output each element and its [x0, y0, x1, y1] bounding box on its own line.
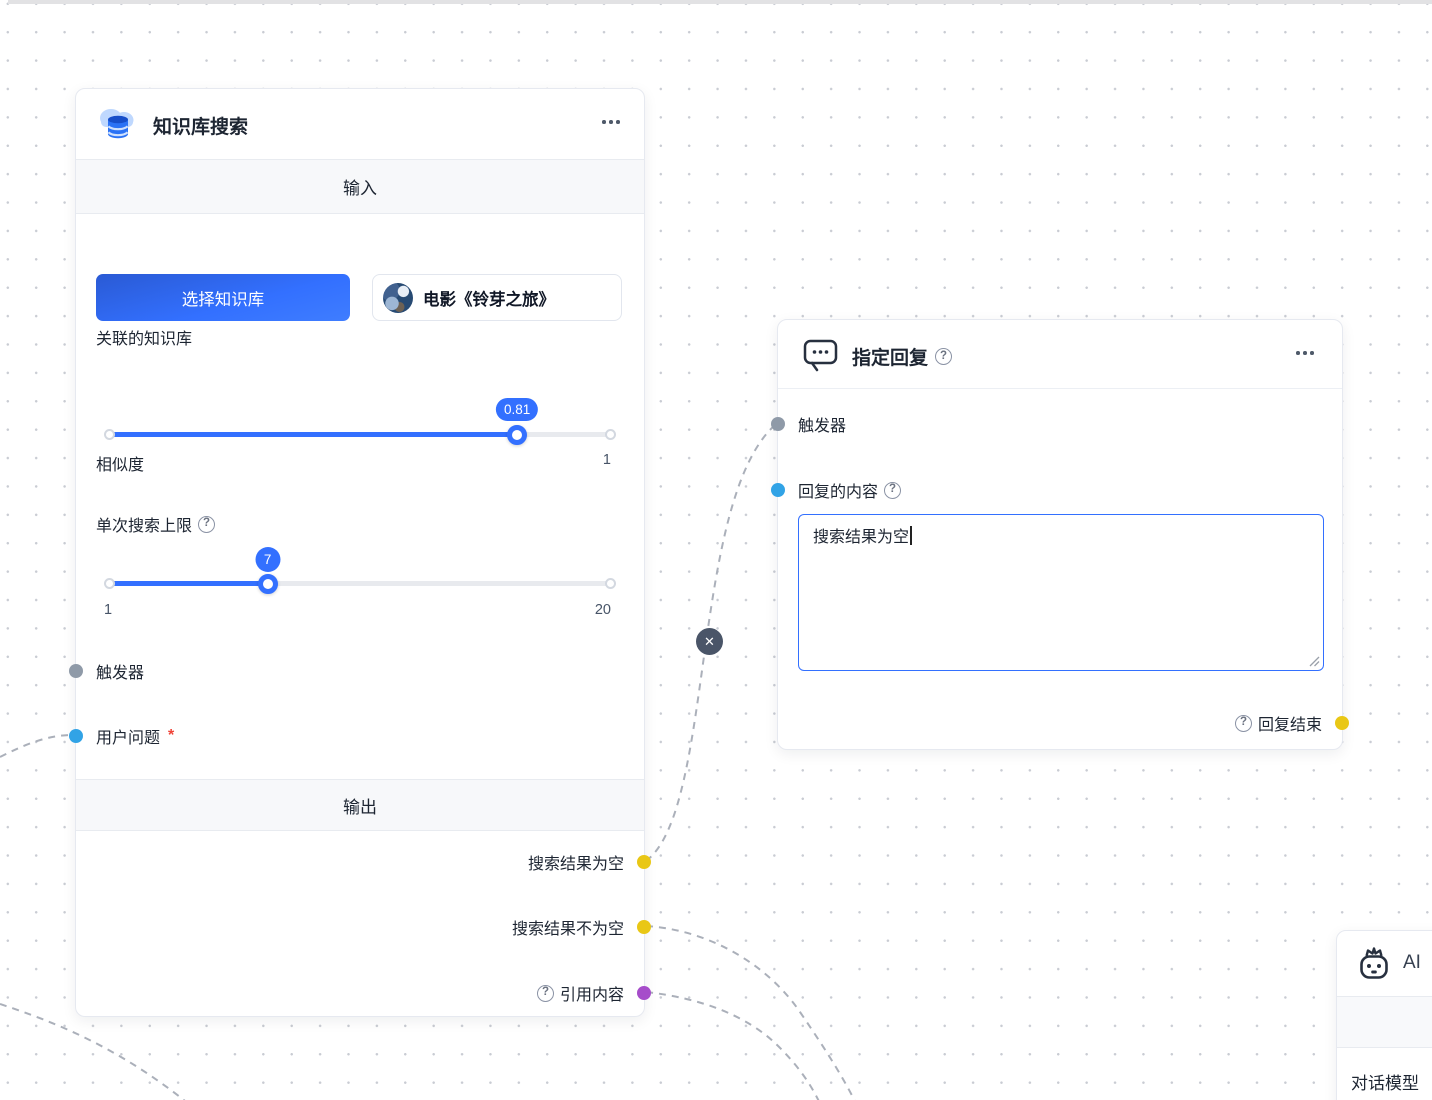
limit-min-label: 1: [104, 602, 113, 618]
kb-trigger-port-row: 触发器: [69, 656, 644, 686]
reply-node-more-menu[interactable]: [1296, 351, 1314, 355]
reply-trigger-port-dot[interactable]: [771, 417, 785, 431]
output-quote-label: 引用内容: [559, 987, 624, 1004]
search-limit-label: 单次搜索上限 ?: [96, 512, 216, 536]
similarity-slider-max-cap: [605, 429, 616, 441]
user-question-port-dot[interactable]: [69, 729, 83, 743]
limit-slider-thumb[interactable]: [257, 573, 278, 594]
reply-content-text: 搜索结果为空: [813, 529, 910, 546]
ai-chat-node[interactable]: AI 对话模型: [1336, 930, 1432, 1100]
kb-dataset-label: 关联的知识库: [96, 331, 193, 348]
reply-content-port-row: 回复的内容 ?: [771, 475, 1342, 505]
reply-content-help-icon[interactable]: ?: [884, 481, 902, 499]
select-knowledge-base-button[interactable]: 选择知识库: [96, 274, 350, 321]
similarity-value-badge: 0.81: [495, 398, 539, 421]
limit-slider[interactable]: 7: [104, 547, 616, 594]
limit-slider-min-cap: [104, 578, 115, 590]
robot-icon: [1360, 947, 1388, 979]
wire-quote: [645, 991, 820, 1100]
limit-slider-max-cap: [605, 578, 616, 590]
output-not-empty-label: 搜索结果不为空: [511, 921, 624, 938]
kb-node-header: 知识库搜索: [76, 89, 644, 159]
reply-node-title: 指定回复: [852, 348, 929, 369]
reply-end-row: ? 回复结束: [778, 708, 1349, 738]
user-question-label: 用户问题: [96, 730, 161, 747]
similarity-slider-thumb[interactable]: [507, 424, 528, 445]
output-quote-row: ? 引用内容: [76, 978, 651, 1008]
knowledge-base-icon: [100, 109, 134, 139]
limit-value-badge: 7: [255, 547, 281, 572]
similarity-slider[interactable]: 0.81: [104, 398, 616, 445]
kb-trigger-port-dot[interactable]: [69, 664, 83, 678]
similarity-slider-fill: [109, 432, 518, 437]
output-empty-label: 搜索结果为空: [527, 856, 624, 873]
kb-trigger-label: 触发器: [96, 665, 145, 682]
similarity-max-label: 1: [602, 452, 611, 468]
output-not-empty-port-dot[interactable]: [637, 920, 651, 934]
output-not-empty-row: 搜索结果不为空: [76, 912, 651, 942]
limit-max-label: 20: [594, 602, 611, 618]
limit-slider-fill: [109, 581, 268, 586]
ai-node-section-bar: [1337, 996, 1432, 1048]
wire-bottom-left: [0, 1003, 186, 1100]
search-limit-help-icon[interactable]: ?: [198, 515, 216, 533]
wire-not-empty: [645, 925, 856, 1100]
chat-bubble-icon: [803, 339, 838, 372]
output-quote-port-dot[interactable]: [637, 986, 651, 1000]
reply-end-port-dot[interactable]: [1335, 716, 1349, 730]
delete-connection-button[interactable]: ✕: [696, 628, 723, 655]
knowledge-search-node[interactable]: 知识库搜索 输入 关联的知识库 选择知识库 电影《铃芽之旅》 相似度 0.81 …: [69, 88, 651, 1017]
kb-input-section-label: 输入: [343, 179, 377, 198]
required-asterisk: *: [168, 727, 175, 744]
text-cursor: [910, 526, 912, 545]
textarea-resize-handle[interactable]: [1308, 655, 1320, 667]
dataset-avatar: [383, 282, 413, 313]
kb-node-title: 知识库搜索: [153, 117, 249, 138]
output-quote-help-icon[interactable]: ?: [536, 984, 554, 1002]
output-empty-port-dot[interactable]: [637, 855, 651, 869]
dataset-chip-label: 电影《铃芽之旅》: [423, 290, 555, 309]
similarity-label: 相似度: [96, 457, 145, 474]
ai-node-title: AI: [1403, 952, 1421, 973]
reply-trigger-port-row: 触发器: [771, 409, 1342, 439]
reply-content-textarea[interactable]: 搜索结果为空: [798, 514, 1324, 671]
specified-reply-node[interactable]: 指定回复 ? 触发器 回复的内容 ? 搜索结果为空 ? 回复结束: [771, 319, 1349, 750]
reply-end-label: 回复结束: [1257, 717, 1322, 734]
kb-input-section-bar: 输入: [76, 159, 644, 214]
reply-content-label: 回复的内容: [798, 484, 879, 501]
similarity-slider-min-cap: [104, 429, 115, 441]
output-empty-row: 搜索结果为空: [76, 847, 651, 877]
ai-model-label: 对话模型: [1351, 1074, 1419, 1093]
wire-to-user-question: [0, 734, 73, 758]
dataset-chip[interactable]: 电影《铃芽之旅》: [372, 274, 622, 321]
reply-content-port-dot[interactable]: [771, 483, 785, 497]
kb-node-more-menu[interactable]: [602, 120, 620, 124]
kb-output-section-label: 输出: [343, 797, 377, 817]
reply-node-help-icon[interactable]: ?: [935, 348, 953, 365]
user-question-port-row: 用户问题 *: [69, 721, 644, 751]
reply-node-header: 指定回复 ?: [778, 320, 1342, 389]
kb-output-section-bar: 输出: [76, 779, 644, 831]
reply-end-help-icon[interactable]: ?: [1234, 714, 1252, 732]
reply-trigger-label: 触发器: [798, 418, 847, 435]
